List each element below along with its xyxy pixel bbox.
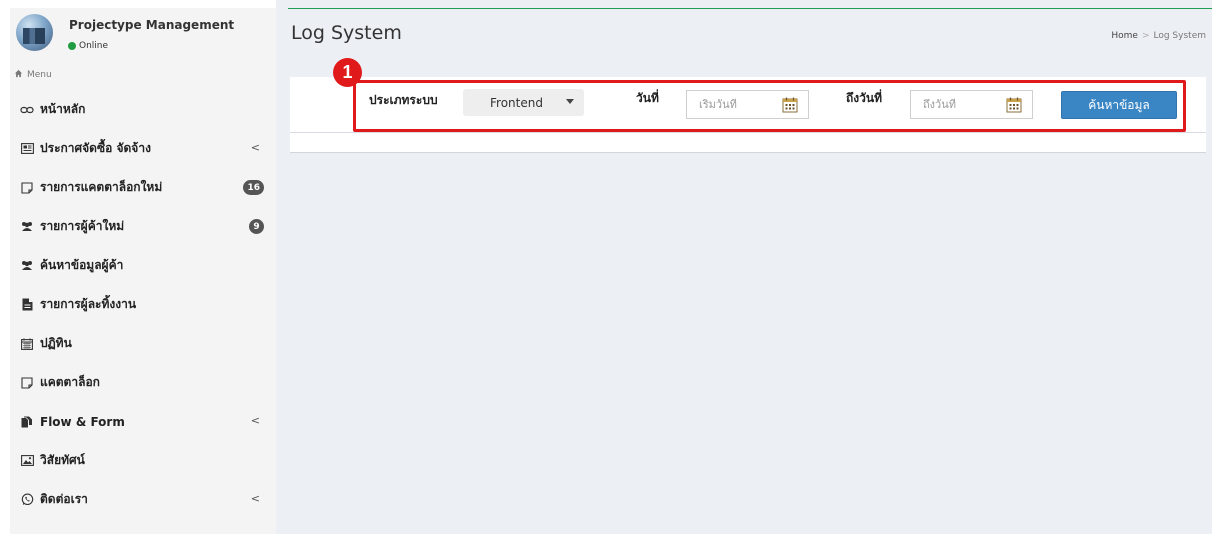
- files-icon: [20, 415, 34, 429]
- menu-header: Menu: [14, 69, 52, 81]
- whatsapp-icon: [20, 493, 34, 507]
- sidebar-item-label: รายการผู้ละทิ้งงาน: [40, 297, 137, 311]
- chevron-left-icon: <: [250, 414, 260, 427]
- sidebar-item-label: ประกาศจัดซื้อ จัดจ้าง: [40, 141, 151, 155]
- sidebar-item-flow-form[interactable]: Flow & Form <: [10, 402, 276, 441]
- link-icon: [20, 103, 34, 117]
- annotation-highlight-box: [353, 80, 1186, 132]
- note-icon: [20, 181, 34, 195]
- sidebar-item-contact[interactable]: ติดต่อเรา <: [10, 480, 276, 519]
- status-text: Online: [79, 41, 109, 51]
- sidebar-item-vision[interactable]: วิสัยทัศน์: [10, 441, 276, 480]
- sidebar-item-abandoned-work[interactable]: รายการผู้ละทิ้งงาน: [10, 285, 276, 324]
- sidebar-item-procurement[interactable]: ประกาศจัดซื้อ จัดจ้าง <: [10, 129, 276, 168]
- home-icon: [14, 69, 23, 81]
- sidebar-item-label: รายการผู้ค้าใหม่: [40, 219, 125, 233]
- chevron-left-icon: <: [250, 141, 260, 154]
- breadcrumb: Home > Log System: [1111, 31, 1206, 41]
- sidebar-item-new-catalogs[interactable]: รายการแคตตาล็อกใหม่ 16: [10, 168, 276, 207]
- users-icon: [20, 259, 34, 273]
- sidebar-item-label: Flow & Form: [40, 414, 125, 429]
- count-badge: 16: [243, 180, 264, 195]
- app-name: Projectype Management: [69, 18, 235, 32]
- file-icon: [20, 298, 34, 312]
- sidebar-item-label: ค้นหาข้อมูลผู้ค้า: [40, 258, 124, 272]
- sidebar-item-vendor-search[interactable]: ค้นหาข้อมูลผู้ค้า: [10, 246, 276, 285]
- breadcrumb-current: Log System: [1153, 31, 1207, 41]
- breadcrumb-home-link[interactable]: Home: [1111, 31, 1138, 41]
- note-icon: [20, 376, 34, 390]
- sidebar-item-label: ติดต่อเรา: [40, 492, 88, 506]
- page-title: Log System: [291, 22, 402, 44]
- online-status: Online: [68, 41, 108, 51]
- menu-header-label: Menu: [27, 70, 52, 80]
- users-icon: [20, 220, 34, 234]
- image-icon: [20, 454, 34, 468]
- sidebar-item-label: หน้าหลัก: [40, 102, 86, 116]
- sidebar-item-catalog[interactable]: แคตตาล็อก: [10, 363, 276, 402]
- sidebar-item-label: แคตตาล็อก: [40, 375, 100, 389]
- avatar: [16, 14, 53, 51]
- panel-divider: [290, 132, 1206, 133]
- sidebar-item-home[interactable]: หน้าหลัก: [10, 90, 276, 129]
- chevron-left-icon: <: [250, 492, 260, 505]
- sidebar: Projectype Management Online Menu หน้าหล…: [10, 8, 276, 534]
- sidebar-item-label: วิสัยทัศน์: [40, 453, 85, 467]
- count-badge: 9: [249, 219, 264, 234]
- sidebar-item-label: รายการแคตตาล็อกใหม่: [40, 180, 163, 194]
- sidebar-nav: หน้าหลัก ประกาศจัดซื้อ จัดจ้าง < รายการแ…: [10, 90, 276, 519]
- breadcrumb-separator: >: [1141, 31, 1150, 41]
- online-dot-icon: [68, 42, 76, 50]
- annotation-number-badge: 1: [333, 58, 362, 87]
- sidebar-item-label: ปฏิทิน: [40, 336, 72, 350]
- header-accent-line: [288, 8, 1212, 9]
- sidebar-item-new-vendors[interactable]: รายการผู้ค้าใหม่ 9: [10, 207, 276, 246]
- newspaper-icon: [20, 142, 34, 156]
- user-panel: Projectype Management Online: [10, 8, 276, 60]
- calendar-icon: [20, 337, 34, 351]
- sidebar-item-calendar[interactable]: ปฏิทิน: [10, 324, 276, 363]
